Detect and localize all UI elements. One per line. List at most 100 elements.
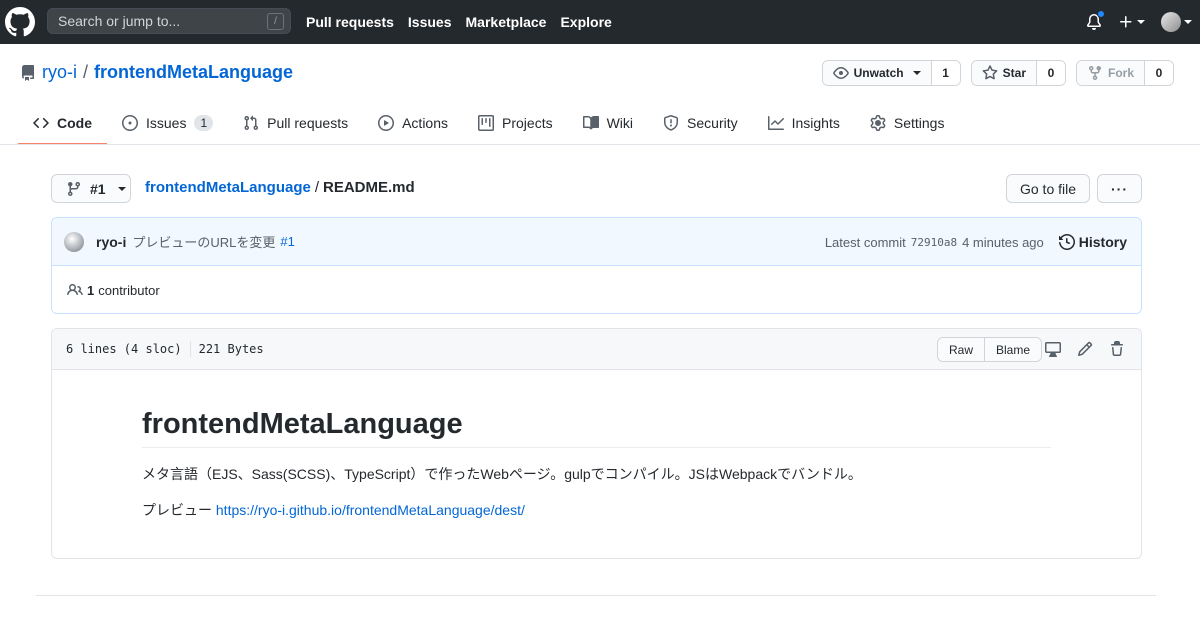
people-icon xyxy=(67,283,83,296)
book-icon xyxy=(582,115,599,129)
contributors-row[interactable]: 1 contributor xyxy=(52,266,1141,313)
watchers-count[interactable]: 1 xyxy=(931,61,960,85)
chevron-down-icon xyxy=(117,186,126,191)
commit-pr-link[interactable]: #1 xyxy=(280,234,294,249)
readme-preview: プレビュー https://ryo-i.github.io/frontendMe… xyxy=(142,500,1051,520)
repo-owner-link[interactable]: ryo-i xyxy=(42,62,77,83)
readme-title: frontendMetaLanguage xyxy=(142,408,1051,448)
blame-button[interactable]: Blame xyxy=(984,338,1042,361)
repo-name-link[interactable]: frontendMetaLanguage xyxy=(94,62,293,83)
repo-separator: / xyxy=(83,62,89,82)
tab-code[interactable]: Code xyxy=(18,102,107,145)
graph-icon xyxy=(767,115,784,130)
raw-button[interactable]: Raw xyxy=(938,338,985,361)
commit-row: ryo-i プレビューのURLを変更 #1 Latest commit 7291… xyxy=(52,218,1141,266)
tab-issues[interactable]: Issues 1 xyxy=(107,102,228,145)
readme-description: メタ言語（EJS、Sass(SCSS)、TypeScript）で作ったWebペー… xyxy=(142,466,862,482)
contributors-count: 1 xyxy=(87,282,95,298)
tabs-divider xyxy=(0,144,1200,145)
latest-commit-label: Latest commit xyxy=(824,234,906,250)
nav-explore[interactable]: Explore xyxy=(560,14,611,30)
search-input[interactable]: Search or jump to... / xyxy=(47,8,291,34)
breadcrumb: frontendMetaLanguage / README.md xyxy=(145,179,415,196)
unwatch-label: Unwatch xyxy=(853,66,904,80)
file-header: 6 lines (4 sloc) 221 Bytes Raw Blame xyxy=(52,329,1141,370)
pull-request-icon xyxy=(244,115,259,130)
global-nav: Pull requests Issues Marketplace Explore xyxy=(306,0,612,44)
file-lines-info: 6 lines (4 sloc) xyxy=(66,342,182,356)
history-label: History xyxy=(1078,234,1127,250)
history-icon xyxy=(1058,234,1075,250)
tab-projects[interactable]: Projects xyxy=(463,102,568,145)
star-icon xyxy=(982,65,998,80)
stars-count[interactable]: 0 xyxy=(1036,61,1065,85)
trash-icon[interactable] xyxy=(1109,341,1125,357)
star-button[interactable]: Star xyxy=(971,61,1037,85)
eye-icon xyxy=(832,67,849,79)
tab-wiki[interactable]: Wiki xyxy=(568,102,648,145)
branch-select-button[interactable]: #1 xyxy=(51,174,131,203)
more-options-button[interactable]: ··· xyxy=(1097,174,1142,203)
tab-label: Actions xyxy=(402,114,449,131)
play-icon xyxy=(378,114,395,131)
branch-icon xyxy=(67,181,80,196)
watch-button-group: Unwatch 1 xyxy=(821,60,961,86)
raw-blame-group: Raw Blame xyxy=(937,337,1043,362)
preview-label: プレビュー xyxy=(142,502,212,518)
fork-label: Fork xyxy=(1107,66,1134,80)
tab-actions[interactable]: Actions xyxy=(363,102,463,145)
slash-key-hint: / xyxy=(267,13,284,30)
star-label: Star xyxy=(1002,66,1026,80)
repo-actions: Unwatch 1 Star 0 Fork 0 xyxy=(821,60,1174,86)
gear-icon xyxy=(870,114,886,131)
tab-label: Wiki xyxy=(606,114,634,131)
preview-link[interactable]: https://ryo-i.github.io/frontendMetaLang… xyxy=(216,502,525,518)
repo-title: ryo-i / frontendMetaLanguage xyxy=(20,62,293,83)
tab-label: Settings xyxy=(893,114,945,131)
tab-security[interactable]: Security xyxy=(648,102,753,145)
plus-icon xyxy=(1120,16,1132,28)
create-new-menu[interactable] xyxy=(1118,14,1145,30)
breadcrumb-file-name: README.md xyxy=(323,179,415,196)
file-size: 221 Bytes xyxy=(198,342,264,356)
star-button-group: Star 0 xyxy=(970,60,1066,86)
tab-settings[interactable]: Settings xyxy=(855,102,960,145)
global-header: Search or jump to... / Pull requests Iss… xyxy=(0,0,1200,44)
tab-label: Projects xyxy=(502,114,553,131)
nav-pull-requests[interactable]: Pull requests xyxy=(306,14,394,30)
chevron-down-icon xyxy=(1184,20,1192,24)
search-placeholder: Search or jump to... xyxy=(58,13,181,29)
go-to-file-button[interactable]: Go to file xyxy=(1006,174,1090,203)
pencil-icon[interactable] xyxy=(1077,341,1093,357)
tab-label: Security xyxy=(687,114,738,131)
header-actions xyxy=(1086,0,1192,44)
fork-button[interactable]: Fork xyxy=(1076,61,1145,85)
breadcrumb-repo-link[interactable]: frontendMetaLanguage xyxy=(145,179,311,196)
history-button[interactable]: History xyxy=(1058,234,1127,250)
tab-insights[interactable]: Insights xyxy=(753,102,855,145)
desktop-icon[interactable] xyxy=(1045,341,1061,357)
unwatch-button[interactable]: Unwatch xyxy=(822,61,932,85)
issues-counter: 1 xyxy=(194,114,214,131)
notifications-bell-icon[interactable] xyxy=(1086,10,1105,31)
chevron-down-icon xyxy=(912,71,921,75)
nav-marketplace[interactable]: Marketplace xyxy=(466,14,547,30)
commit-message[interactable]: プレビューのURLを変更 xyxy=(132,232,275,251)
commit-time: 4 minutes ago xyxy=(962,234,1044,250)
shield-icon xyxy=(664,114,679,131)
nav-issues[interactable]: Issues xyxy=(408,14,452,30)
repo-icon xyxy=(21,64,34,81)
commit-author[interactable]: ryo-i xyxy=(96,234,126,250)
avatar xyxy=(1161,12,1181,32)
notification-indicator xyxy=(1097,10,1105,18)
breadcrumb-separator: / xyxy=(314,179,320,196)
code-icon xyxy=(33,117,49,128)
github-logo-icon[interactable] xyxy=(5,6,35,38)
forks-count[interactable]: 0 xyxy=(1145,61,1173,85)
tab-pull-requests[interactable]: Pull requests xyxy=(228,102,363,145)
avatar[interactable] xyxy=(64,231,84,252)
tab-label: Issues xyxy=(146,114,187,131)
commit-sha[interactable]: 72910a8 xyxy=(911,236,957,249)
user-menu[interactable] xyxy=(1161,12,1192,32)
readme-content: frontendMetaLanguage メタ言語（EJS、Sass(SCSS)… xyxy=(52,370,1141,520)
